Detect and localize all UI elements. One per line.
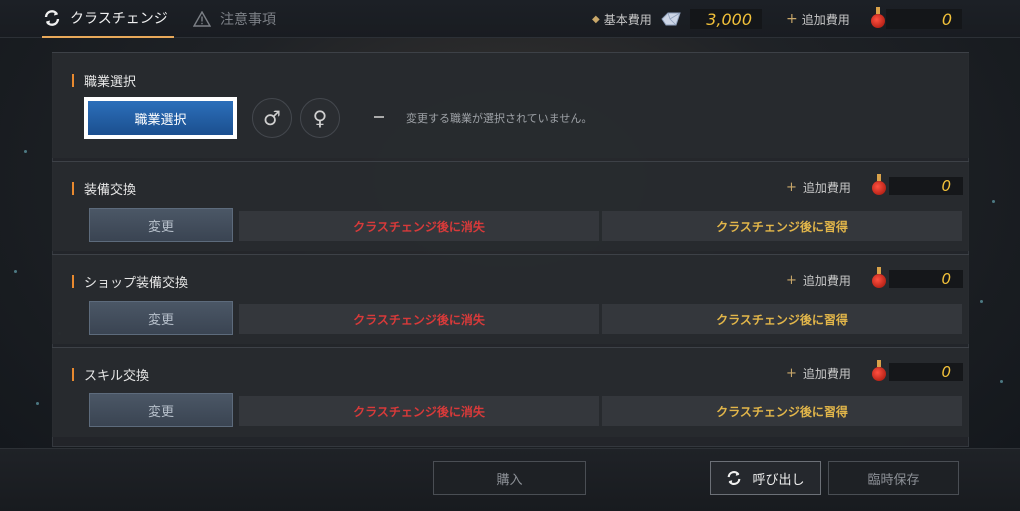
additional-cost-value: 0 xyxy=(886,9,962,29)
add-label: 追加費用 xyxy=(802,367,851,381)
tab-class-change[interactable]: クラスチェンジ xyxy=(42,0,174,38)
section-title: ショップ装備交換 xyxy=(72,272,188,291)
section-title: スキル交換 xyxy=(72,365,149,384)
additional-cost: + 追加費用 xyxy=(786,9,850,29)
learned-after-change: クラスチェンジ後に習得 xyxy=(602,304,962,334)
refresh-icon xyxy=(726,470,742,486)
crystal-icon xyxy=(660,11,682,27)
tab-notes-label: 注意事項 xyxy=(220,12,276,28)
job-select-button[interactable]: 職業選択 xyxy=(84,97,237,139)
job-notice: 変更する職業が選択されていません。 xyxy=(406,112,593,125)
warning-icon xyxy=(192,9,212,29)
add-label: 追加費用 xyxy=(802,274,851,288)
buy-button[interactable]: 購入 xyxy=(433,461,586,495)
plus-icon: + xyxy=(786,11,798,27)
job-select-button-label: 職業選択 xyxy=(88,101,233,135)
tab-class-change-label: クラスチェンジ xyxy=(70,11,168,27)
potion-icon xyxy=(871,360,887,382)
skill-exchange-title: スキル交換 xyxy=(84,369,150,384)
additional-cost-label: + 追加費用 xyxy=(786,179,851,196)
potion-icon xyxy=(871,174,887,196)
title-accent-bar xyxy=(72,275,74,288)
male-button[interactable]: ♂ xyxy=(252,98,292,138)
refresh-icon xyxy=(42,8,62,28)
male-icon: ♂ xyxy=(263,106,281,130)
recall-button[interactable]: 呼び出し xyxy=(710,461,821,495)
shop-equipment-exchange-title: ショップ装備交換 xyxy=(84,276,189,291)
additional-cost-value: 0 xyxy=(889,177,963,195)
dash-icon xyxy=(374,116,384,118)
plus-icon: + xyxy=(786,366,797,381)
learned-after-change: クラスチェンジ後に習得 xyxy=(602,396,962,426)
lost-after-change: クラスチェンジ後に消失 xyxy=(239,304,599,334)
add-label: 追加費用 xyxy=(802,181,851,195)
title-accent-bar xyxy=(72,368,74,381)
lost-after-change: クラスチェンジ後に消失 xyxy=(239,396,599,426)
equipment-exchange-title: 装備交換 xyxy=(84,183,137,198)
change-button[interactable]: 変更 xyxy=(89,393,233,427)
diamond-bullet-icon: ◆ xyxy=(592,13,600,25)
learned-after-change: クラスチェンジ後に習得 xyxy=(602,211,962,241)
additional-cost-label: + 追加費用 xyxy=(786,365,851,382)
top-bar: クラスチェンジ 注意事項 ◆ 基本費用 3,000 + 追加費用 0 xyxy=(0,0,1020,38)
job-select-title: 職業選択 xyxy=(84,75,137,90)
temp-save-button[interactable]: 臨時保存 xyxy=(828,461,959,495)
section-title: 職業選択 xyxy=(72,71,136,90)
plus-icon: + xyxy=(786,180,797,195)
additional-cost-value: 0 xyxy=(889,363,963,381)
potion-icon xyxy=(871,267,887,289)
additional-cost-value: 0 xyxy=(889,270,963,288)
additional-cost-label: 追加費用 xyxy=(801,12,850,27)
title-accent-bar xyxy=(72,74,74,87)
potion-icon xyxy=(870,7,886,29)
section-title: 装備交換 xyxy=(72,179,136,198)
female-icon: ♀ xyxy=(312,106,328,130)
additional-cost-label: + 追加費用 xyxy=(786,272,851,289)
plus-icon: + xyxy=(786,273,797,288)
tab-notes[interactable]: 注意事項 xyxy=(192,0,276,38)
base-cost: ◆ 基本費用 xyxy=(592,9,682,29)
lost-after-change: クラスチェンジ後に消失 xyxy=(239,211,599,241)
recall-button-label: 呼び出し xyxy=(752,472,805,488)
base-cost-value: 3,000 xyxy=(690,9,762,29)
title-accent-bar xyxy=(72,182,74,195)
change-button[interactable]: 変更 xyxy=(89,301,233,335)
change-button[interactable]: 変更 xyxy=(89,208,233,242)
base-cost-label: 基本費用 xyxy=(603,12,652,27)
temp-save-button-label: 臨時保存 xyxy=(867,472,920,488)
female-button[interactable]: ♀ xyxy=(300,98,340,138)
buy-button-label: 購入 xyxy=(496,472,523,488)
